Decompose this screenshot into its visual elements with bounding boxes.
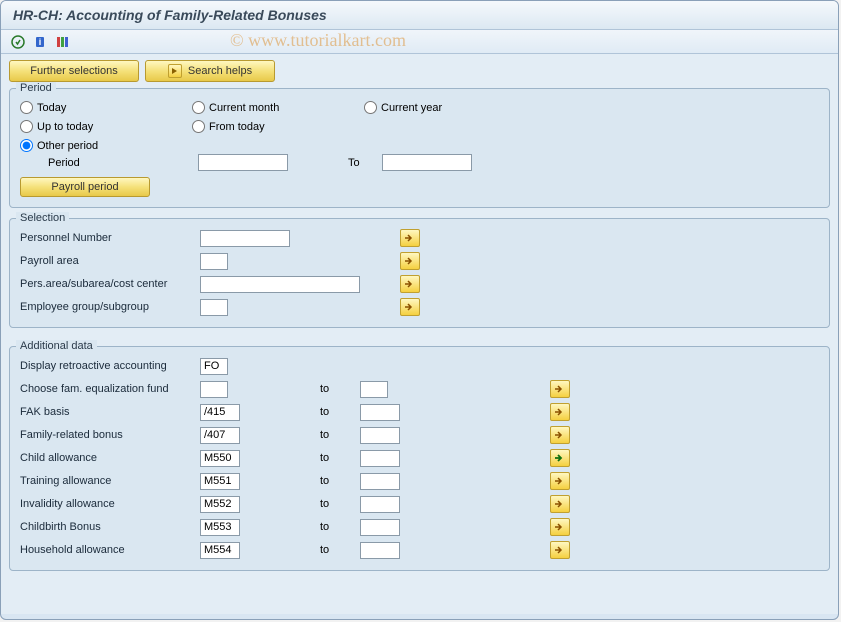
period-to-label: To bbox=[348, 157, 372, 169]
selection-row: Personnel Number bbox=[20, 228, 819, 248]
additional-from-input[interactable] bbox=[200, 450, 240, 467]
additional-row: FAK basis to bbox=[20, 402, 819, 422]
selection-row: Employee group/subgroup bbox=[20, 297, 819, 317]
additional-label: Family-related bonus bbox=[20, 429, 200, 441]
search-helps-button[interactable]: Search helps bbox=[145, 60, 275, 82]
selection-input[interactable] bbox=[200, 253, 228, 270]
selection-label: Payroll area bbox=[20, 255, 200, 267]
toolbar: i bbox=[1, 30, 838, 54]
additional-from-input[interactable] bbox=[200, 404, 240, 421]
additional-to-input[interactable] bbox=[360, 450, 400, 467]
selection-button-row: Further selections Search helps bbox=[9, 60, 830, 82]
additional-to-input[interactable] bbox=[360, 519, 400, 536]
radio-other-period[interactable]: Other period bbox=[20, 139, 190, 152]
selection-group-title: Selection bbox=[16, 212, 69, 224]
period-from-input[interactable] bbox=[198, 154, 288, 171]
additional-to-input[interactable] bbox=[360, 381, 388, 398]
further-selections-button[interactable]: Further selections bbox=[9, 60, 139, 82]
additional-from-input[interactable] bbox=[200, 496, 240, 513]
multiple-selection-button[interactable] bbox=[550, 495, 570, 513]
to-label: to bbox=[320, 383, 360, 395]
additional-label: Invalidity allowance bbox=[20, 498, 200, 510]
selection-label: Employee group/subgroup bbox=[20, 301, 200, 313]
further-selections-label: Further selections bbox=[30, 65, 117, 77]
retro-input[interactable] bbox=[200, 358, 228, 375]
execute-icon[interactable] bbox=[9, 33, 27, 51]
multiple-selection-active-button[interactable] bbox=[550, 449, 570, 467]
multiple-selection-button[interactable] bbox=[400, 252, 420, 270]
period-label: Period bbox=[48, 157, 188, 169]
additional-label: Household allowance bbox=[20, 544, 200, 556]
to-label: to bbox=[320, 498, 360, 510]
retro-label: Display retroactive accounting bbox=[20, 360, 200, 372]
main-window: HR-CH: Accounting of Family-Related Bonu… bbox=[0, 0, 839, 620]
additional-to-input[interactable] bbox=[360, 496, 400, 513]
additional-data-group: Additional data Display retroactive acco… bbox=[9, 346, 830, 571]
additional-row: Child allowance to bbox=[20, 448, 819, 468]
multiple-selection-button[interactable] bbox=[400, 275, 420, 293]
additional-row: Family-related bonus to bbox=[20, 425, 819, 445]
additional-label: Child allowance bbox=[20, 452, 200, 464]
selection-label: Personnel Number bbox=[20, 232, 200, 244]
selection-row: Pers.area/subarea/cost center bbox=[20, 274, 819, 294]
payroll-period-label: Payroll period bbox=[51, 181, 118, 193]
window-title-bar: HR-CH: Accounting of Family-Related Bonu… bbox=[1, 1, 838, 30]
multiple-selection-button[interactable] bbox=[550, 403, 570, 421]
to-label: to bbox=[320, 521, 360, 533]
to-label: to bbox=[320, 429, 360, 441]
additional-row: Training allowance to bbox=[20, 471, 819, 491]
additional-label: Training allowance bbox=[20, 475, 200, 487]
additional-to-input[interactable] bbox=[360, 427, 400, 444]
multiple-selection-button[interactable] bbox=[400, 298, 420, 316]
radio-current-month[interactable]: Current month bbox=[192, 101, 362, 114]
info-icon[interactable]: i bbox=[31, 33, 49, 51]
content-area: Further selections Search helps Period T… bbox=[1, 54, 838, 614]
to-label: to bbox=[320, 406, 360, 418]
additional-row: Childbirth Bonus to bbox=[20, 517, 819, 537]
multiple-selection-button[interactable] bbox=[550, 472, 570, 490]
additional-row: Household allowance to bbox=[20, 540, 819, 560]
selection-group: Selection Personnel NumberPayroll areaPe… bbox=[9, 218, 830, 328]
period-group-title: Period bbox=[16, 82, 56, 94]
additional-row: Invalidity allowance to bbox=[20, 494, 819, 514]
to-label: to bbox=[320, 475, 360, 487]
radio-today[interactable]: Today bbox=[20, 101, 190, 114]
additional-from-input[interactable] bbox=[200, 473, 240, 490]
multiple-selection-button[interactable] bbox=[550, 426, 570, 444]
variant-icon[interactable] bbox=[53, 33, 71, 51]
additional-label: Choose fam. equalization fund bbox=[20, 383, 200, 395]
period-to-input[interactable] bbox=[382, 154, 472, 171]
radio-current-year[interactable]: Current year bbox=[364, 101, 534, 114]
additional-group-title: Additional data bbox=[16, 340, 97, 352]
to-label: to bbox=[320, 452, 360, 464]
selection-input[interactable] bbox=[200, 230, 290, 247]
multiple-selection-button[interactable] bbox=[550, 541, 570, 559]
additional-to-input[interactable] bbox=[360, 542, 400, 559]
additional-label: Childbirth Bonus bbox=[20, 521, 200, 533]
additional-to-input[interactable] bbox=[360, 404, 400, 421]
additional-from-input[interactable] bbox=[200, 427, 240, 444]
multiple-selection-button[interactable] bbox=[550, 380, 570, 398]
arrow-right-icon bbox=[168, 64, 182, 78]
additional-label: FAK basis bbox=[20, 406, 200, 418]
search-helps-label: Search helps bbox=[188, 65, 252, 77]
page-title: HR-CH: Accounting of Family-Related Bonu… bbox=[13, 7, 327, 23]
payroll-period-button[interactable]: Payroll period bbox=[20, 177, 150, 197]
multiple-selection-button[interactable] bbox=[550, 518, 570, 536]
radio-up-to-today[interactable]: Up to today bbox=[20, 120, 190, 133]
period-group: Period Today Current month Current year … bbox=[9, 88, 830, 208]
radio-from-today[interactable]: From today bbox=[192, 120, 362, 133]
selection-input[interactable] bbox=[200, 299, 228, 316]
additional-from-input[interactable] bbox=[200, 542, 240, 559]
to-label: to bbox=[320, 544, 360, 556]
multiple-selection-button[interactable] bbox=[400, 229, 420, 247]
additional-row: Choose fam. equalization fund to bbox=[20, 379, 819, 399]
selection-row: Payroll area bbox=[20, 251, 819, 271]
svg-text:i: i bbox=[39, 37, 42, 47]
additional-to-input[interactable] bbox=[360, 473, 400, 490]
additional-from-input[interactable] bbox=[200, 519, 240, 536]
additional-from-input[interactable] bbox=[200, 381, 228, 398]
selection-label: Pers.area/subarea/cost center bbox=[20, 278, 200, 290]
selection-input[interactable] bbox=[200, 276, 360, 293]
